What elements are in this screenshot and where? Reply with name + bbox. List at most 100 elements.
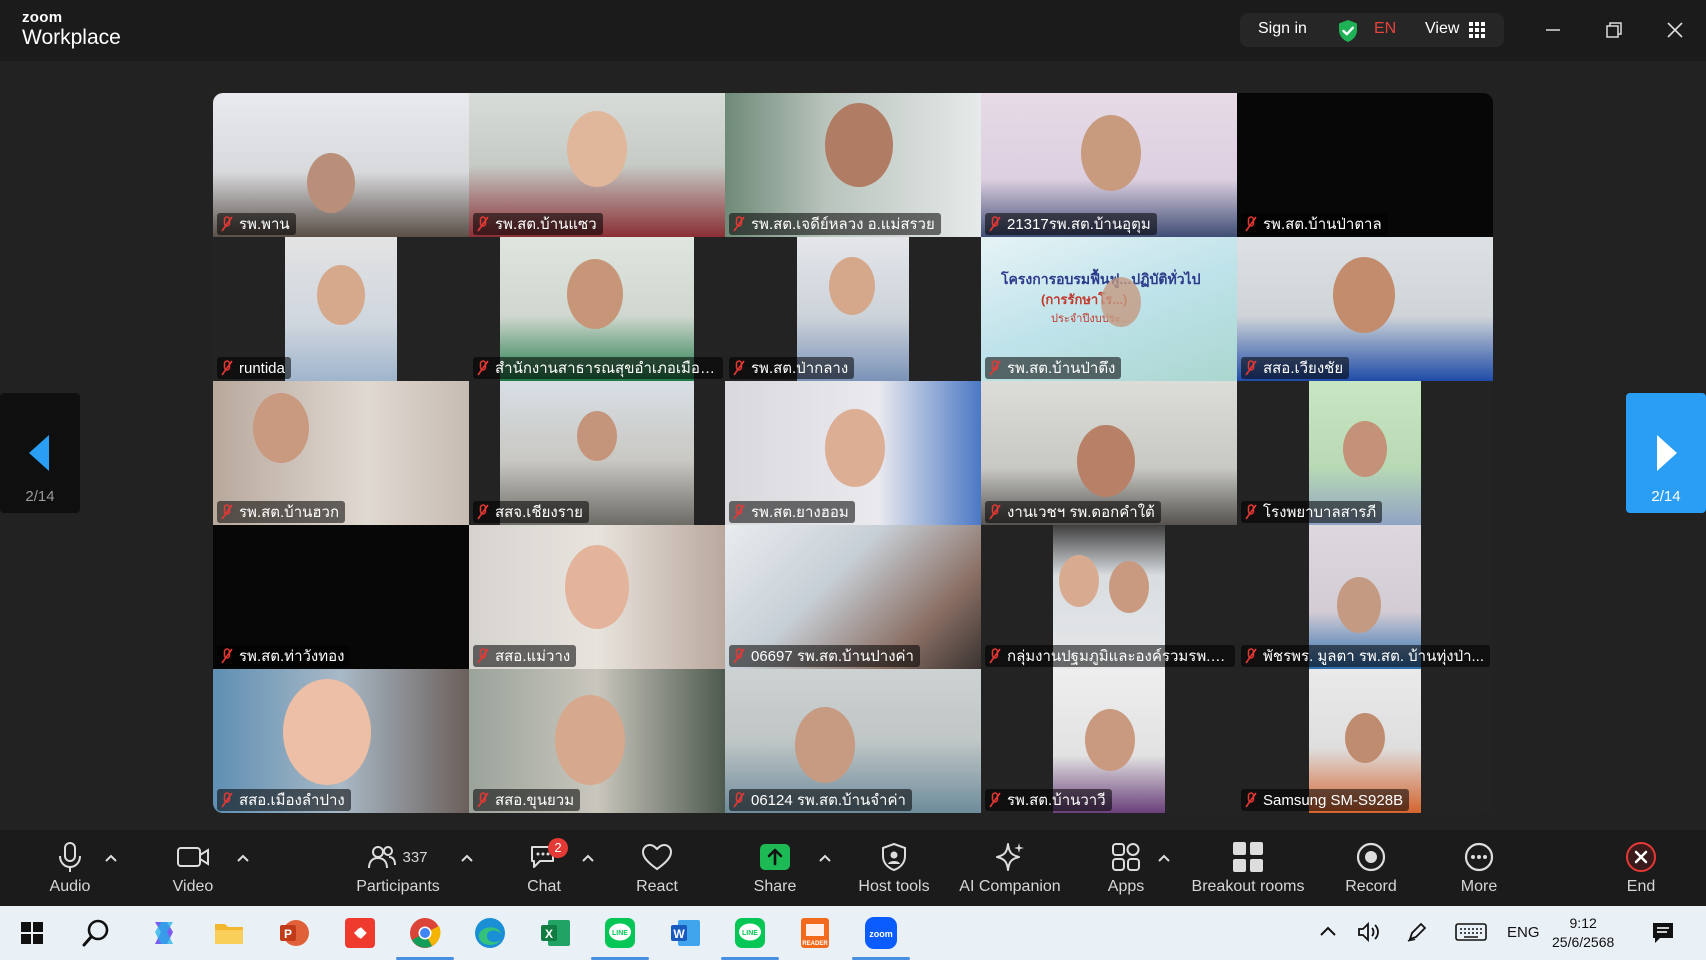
more-button[interactable]: More — [1454, 840, 1504, 896]
host-tools-button[interactable]: Host tools — [854, 840, 934, 896]
participant-tile[interactable]: รพ.สต.บ้านป่าตาล — [1237, 93, 1493, 237]
participants-count: 337 — [402, 848, 428, 866]
end-label: End — [1626, 878, 1656, 895]
encryption-shield-icon[interactable] — [1337, 19, 1359, 48]
participant-label: 06697 รพ.สต.บ้านปางค่า — [729, 645, 920, 667]
audio-options-chevron-up-icon[interactable] — [104, 850, 118, 868]
participant-tile[interactable]: งานเวชฯ รพ.ดอกคำใต้ — [981, 381, 1237, 525]
windows-start-icon[interactable] — [15, 916, 49, 950]
participant-tile[interactable]: พัชรพร. มูลตา รพ.สต. บ้านทุ่งป่า... — [1237, 525, 1493, 669]
participant-tile[interactable]: รพ.สต.บ้านแซว — [469, 93, 725, 237]
participant-label: Samsung SM-S928B — [1241, 789, 1410, 811]
audio-label: Audio — [49, 878, 91, 895]
participant-tile[interactable]: รพ.สต.ยางฮอม — [725, 381, 981, 525]
close-icon[interactable] — [1663, 18, 1687, 42]
search-icon[interactable] — [79, 916, 113, 950]
restore-icon[interactable] — [1602, 18, 1626, 42]
arrow-right-icon — [1657, 435, 1677, 471]
line-icon[interactable]: LINE — [591, 916, 649, 960]
pen-icon[interactable] — [1405, 920, 1429, 948]
participant-label: สสอ.แม่วาง — [473, 645, 577, 667]
ai-companion-label: AI Companion — [959, 878, 1061, 895]
audio-button[interactable]: Audio — [40, 840, 100, 896]
participants-options-chevron-up-icon[interactable] — [460, 850, 474, 868]
copilot-icon[interactable] — [147, 916, 181, 950]
participant-tile[interactable]: รพ.พาน — [213, 93, 469, 237]
sign-in-button[interactable]: Sign in — [1258, 20, 1307, 38]
share-button[interactable]: Share — [750, 840, 800, 896]
host-tools-label: Host tools — [858, 878, 930, 895]
page-indicator-left: 2/14 — [25, 488, 55, 505]
participant-label: กลุ่มงานปฐมภูมิและองค์รวมรพ.เทิง — [985, 645, 1235, 667]
edge-icon[interactable] — [473, 916, 507, 950]
participant-tile[interactable]: โรงพยาบาลสารภี — [1237, 381, 1493, 525]
participant-tile[interactable]: สสจ.เชียงราย — [469, 381, 725, 525]
participants-icon — [368, 846, 397, 869]
breakout-rooms-button[interactable]: Breakout rooms — [1188, 840, 1308, 896]
chat-label: Chat — [527, 878, 561, 895]
excel-icon[interactable]: X — [538, 916, 572, 950]
windows-taskbar: P X LINE W LINE READER zoom ENG 9:12 25/… — [0, 906, 1706, 960]
video-options-chevron-up-icon[interactable] — [236, 850, 250, 868]
line-icon[interactable]: LINE — [721, 916, 779, 960]
zoom-app-icon[interactable]: zoom — [852, 916, 910, 960]
participants-button[interactable]: 337 Participants — [350, 840, 446, 896]
volume-icon[interactable] — [1357, 921, 1383, 947]
video-label: Video — [172, 878, 214, 895]
participant-label: สสอ.เมืองลำปาง — [217, 789, 351, 811]
file-explorer-icon[interactable] — [212, 916, 246, 950]
participant-tile[interactable]: รพ.สต.เจดีย์หลวง อ.แม่สรวย — [725, 93, 981, 237]
video-button[interactable]: Video — [163, 840, 223, 896]
participant-tile[interactable]: โครงการอบรมฟื้นฟู...ปฏิบัติทั่วไป (การรั… — [981, 237, 1237, 381]
anydesk-icon[interactable] — [343, 916, 377, 950]
participant-tile[interactable]: สสอ.ขุนยวม — [469, 669, 725, 813]
more-label: More — [1460, 878, 1498, 895]
system-clock[interactable]: 9:12 25/6/2568 — [1552, 914, 1614, 952]
pdf-reader-icon[interactable]: READER — [798, 916, 832, 950]
participant-tile[interactable]: รพ.สต.บ้านฮวก — [213, 381, 469, 525]
participant-label: รพ.สต.ป่ากลาง — [729, 357, 855, 379]
shield-icon — [882, 842, 906, 872]
participant-label: สสจ.เชียงราย — [473, 501, 589, 523]
chrome-icon[interactable] — [396, 916, 454, 960]
chat-options-chevron-up-icon[interactable] — [581, 850, 595, 868]
participant-tile[interactable]: รพ.สต.ป่ากลาง — [725, 237, 981, 381]
input-language-indicator[interactable]: ENG — [1507, 924, 1540, 941]
end-meeting-button[interactable]: End — [1620, 840, 1662, 896]
participant-label: รพ.สต.บ้านแซว — [473, 213, 603, 235]
mic-muted-icon — [733, 792, 745, 808]
powerpoint-icon[interactable]: P — [277, 916, 311, 950]
participant-tile[interactable]: 06124 รพ.สต.บ้านจำค่า — [725, 669, 981, 813]
apps-button[interactable]: Apps — [1103, 840, 1149, 896]
chat-unread-badge: 2 — [548, 838, 568, 858]
language-interpretation-button[interactable]: EN — [1374, 20, 1396, 38]
participant-tile[interactable]: สสอ.เมืองลำปาง — [213, 669, 469, 813]
next-page-button[interactable]: 2/14 — [1626, 393, 1706, 513]
participant-tile[interactable]: รพ.สต.บ้านวาวี — [981, 669, 1237, 813]
participant-tile[interactable]: 21317รพ.สต.บ้านอุตุม — [981, 93, 1237, 237]
participant-tile[interactable]: runtida — [213, 237, 469, 381]
participant-tile[interactable]: รพ.สต.ท่าวังทอง — [213, 525, 469, 669]
previous-page-button[interactable]: 2/14 — [0, 393, 80, 513]
participant-tile[interactable]: กลุ่มงานปฐมภูมิและองค์รวมรพ.เทิง — [981, 525, 1237, 669]
participant-tile[interactable]: สสอ.แม่วาง — [469, 525, 725, 669]
participant-tile[interactable]: สสอ.เวียงชัย — [1237, 237, 1493, 381]
record-button[interactable]: Record — [1343, 840, 1399, 896]
touch-keyboard-icon[interactable] — [1455, 922, 1487, 946]
word-icon[interactable]: W — [668, 916, 702, 950]
show-hidden-icons-chevron-up-icon[interactable] — [1318, 922, 1338, 946]
notifications-icon[interactable] — [1650, 920, 1676, 950]
chat-button[interactable]: 2 Chat — [520, 838, 568, 896]
minimize-icon[interactable] — [1541, 18, 1565, 42]
record-icon — [1356, 842, 1386, 872]
apps-options-chevron-up-icon[interactable] — [1157, 850, 1171, 868]
react-button[interactable]: React — [632, 840, 682, 896]
view-button[interactable]: View — [1425, 20, 1459, 38]
participant-tile[interactable]: สำนักงานสาธารณสุขอำเภอเมืองแ... — [469, 237, 725, 381]
share-options-chevron-up-icon[interactable] — [818, 850, 832, 868]
participant-tile[interactable]: 06697 รพ.สต.บ้านปางค่า — [725, 525, 981, 669]
participant-tile[interactable]: Samsung SM-S928B — [1237, 669, 1493, 813]
view-grid-icon[interactable] — [1469, 22, 1485, 43]
page-indicator-right: 2/14 — [1651, 488, 1681, 505]
ai-companion-button[interactable]: AI Companion — [955, 840, 1065, 896]
